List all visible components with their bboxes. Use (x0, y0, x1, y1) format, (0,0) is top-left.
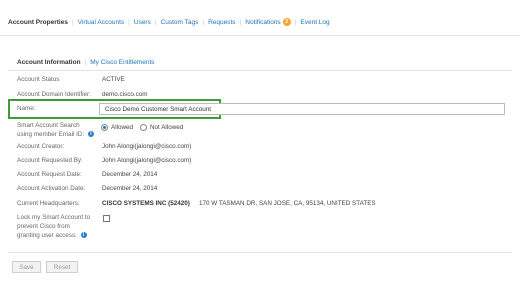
tab-users[interactable]: Users (134, 19, 151, 26)
name-input[interactable] (99, 103, 505, 115)
top-divider (0, 35, 520, 36)
nav-separator: | (202, 18, 205, 26)
name-label: Name: (17, 105, 36, 112)
account-request-date-value: December 24, 2014 (102, 171, 158, 178)
headquarters-company: CISCO SYSTEMS INC (52420) (102, 200, 190, 207)
search-allowed-radio[interactable]: Allowed (101, 124, 133, 131)
tab-requests[interactable]: Requests (208, 19, 235, 26)
search-not-allowed-label: Not Allowed (150, 124, 184, 131)
nav-separator: | (239, 18, 242, 26)
section-divider (8, 70, 512, 71)
top-nav: Account Properties | Virtual Accounts | … (8, 18, 330, 26)
nav-separator: | (294, 18, 297, 26)
info-icon[interactable]: i (87, 131, 94, 138)
search-label: Smart Account Search (17, 122, 80, 129)
lock-account-label-line3: granting user access: i (17, 232, 87, 240)
subtab-my-cisco-entitlements[interactable]: My Cisco Entitlements (90, 59, 154, 66)
search-not-allowed-radio[interactable]: Not Allowed (140, 124, 183, 131)
lock-account-label: Lock my Smart Account to (17, 214, 91, 221)
lock-account-label-line2: prevent Cisco from (17, 223, 70, 230)
account-status-value: ACTIVE (102, 76, 125, 83)
lock-account-label-line3-text: granting user access: (17, 232, 77, 239)
account-activation-date-label: Account Activation Date: (17, 185, 86, 192)
tab-account-properties[interactable]: Account Properties (8, 19, 68, 26)
save-button[interactable]: Save (12, 261, 41, 273)
account-activation-date-value: December 24, 2014 (102, 185, 158, 192)
account-creator-value: John Alongi(jalongi@cisco.com) (102, 143, 192, 150)
account-status-label: Account Status (17, 76, 60, 83)
tab-event-log[interactable]: Event Log (300, 19, 329, 26)
search-allowed-label: Allowed (111, 124, 134, 131)
account-domain-value: demo.cisco.com (102, 91, 148, 98)
info-icon[interactable]: i (80, 232, 87, 239)
radio-selected-icon (101, 124, 108, 131)
reset-button[interactable]: Reset (46, 261, 78, 273)
account-requested-by-value: John Alongi(jalongi@cisco.com) (102, 157, 192, 164)
notifications-count-badge: 2 (282, 18, 291, 26)
nav-separator: | (128, 18, 130, 26)
nav-separator: | (154, 18, 157, 26)
headquarters-address: 170 W TASMAN DR, SAN JOSE, CA, 95134, UN… (199, 200, 376, 207)
sub-nav: Account Information | My Cisco Entitleme… (17, 59, 155, 66)
lock-account-checkbox[interactable] (103, 215, 110, 222)
account-domain-label: Account Domain Identifier: (17, 91, 91, 98)
search-label-line2-text: using member Email ID: (17, 131, 85, 138)
subtab-account-information[interactable]: Account Information (17, 59, 81, 66)
nav-separator: | (71, 18, 74, 26)
account-request-date-label: Account Request Date: (17, 171, 82, 178)
current-headquarters-label: Current Headquarters: (17, 200, 80, 207)
tab-custom-tags[interactable]: Custom Tags (161, 19, 199, 26)
subnav-separator: | (84, 59, 87, 66)
footer-divider (8, 252, 512, 253)
tab-notifications-label: Notifications (245, 18, 281, 26)
search-label-line2: using member Email ID: i (17, 131, 94, 139)
tab-notifications[interactable]: Notifications 2 (245, 18, 291, 26)
account-requested-by-label: Account Requested By: (17, 157, 83, 164)
tab-virtual-accounts[interactable]: Virtual Accounts (78, 19, 125, 26)
account-creator-label: Account Creator: (17, 143, 65, 150)
radio-unselected-icon (140, 124, 147, 131)
